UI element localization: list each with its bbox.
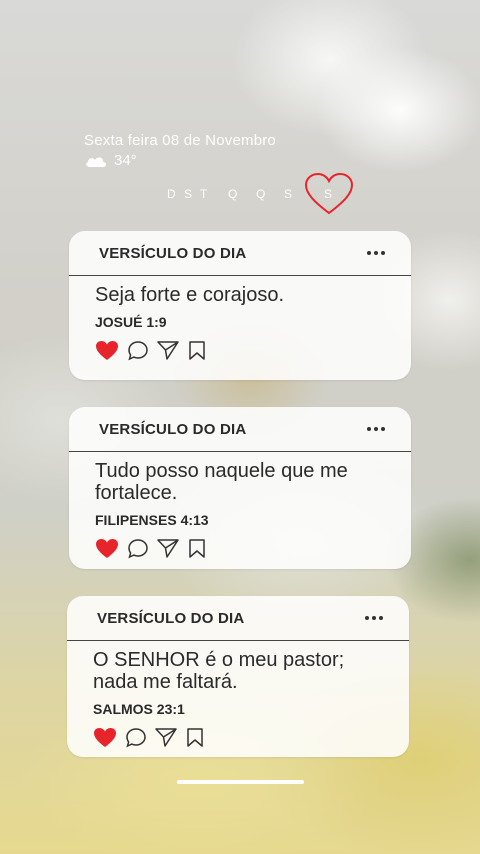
- day-wednesday[interactable]: Q: [228, 187, 238, 201]
- card-header: VERSÍCULO DO DIA: [69, 407, 411, 452]
- share-send-icon[interactable]: [155, 727, 178, 748]
- verse-reference: FILIPENSES 4:13: [95, 512, 209, 528]
- card-header: VERSÍCULO DO DIA: [67, 596, 409, 641]
- day-thursday[interactable]: Q: [256, 187, 266, 201]
- date-label: Sexta feira 08 de Novembro: [84, 132, 276, 149]
- card-header: VERSÍCULO DO DIA: [69, 231, 411, 276]
- day-friday[interactable]: S: [284, 187, 293, 201]
- card-title: VERSÍCULO DO DIA: [99, 420, 247, 438]
- verse-text: O SENHOR é o meu pastor; nada me faltará…: [93, 649, 345, 693]
- share-send-icon[interactable]: [157, 538, 180, 559]
- like-heart-icon[interactable]: [95, 340, 119, 361]
- bookmark-icon[interactable]: [188, 340, 206, 361]
- verse-card: VERSÍCULO DO DIA Tudo posso naquele que …: [69, 407, 411, 569]
- like-heart-icon[interactable]: [93, 727, 117, 748]
- comment-icon[interactable]: [127, 538, 149, 559]
- temperature-label: 34°: [114, 152, 137, 169]
- verse-reference: JOSUÉ 1:9: [95, 314, 167, 330]
- like-heart-icon[interactable]: [95, 538, 119, 559]
- verse-text: Seja forte e corajoso.: [95, 284, 284, 306]
- card-title: VERSÍCULO DO DIA: [99, 244, 247, 262]
- comment-icon[interactable]: [125, 727, 147, 748]
- home-indicator[interactable]: [177, 780, 304, 784]
- day-sunday[interactable]: D: [167, 187, 176, 201]
- bookmark-icon[interactable]: [188, 538, 206, 559]
- action-bar: [95, 340, 385, 375]
- header: Sexta feira 08 de Novembro 34°: [84, 132, 276, 169]
- verse-card: VERSÍCULO DO DIA Seja forte e corajoso. …: [69, 231, 411, 380]
- more-options-icon[interactable]: [367, 251, 385, 255]
- verse-text: Tudo posso naquele que me fortalece.: [95, 460, 348, 504]
- card-title: VERSÍCULO DO DIA: [97, 609, 245, 627]
- cloud-icon: [86, 157, 106, 167]
- action-bar: [93, 727, 383, 757]
- comment-icon[interactable]: [127, 340, 149, 361]
- verse-reference: SALMOS 23:1: [93, 701, 185, 717]
- more-options-icon[interactable]: [367, 427, 385, 431]
- verse-card: VERSÍCULO DO DIA O SENHOR é o meu pastor…: [67, 596, 409, 757]
- weekday-selector: D S T Q Q S S: [160, 172, 360, 215]
- share-send-icon[interactable]: [157, 340, 180, 361]
- action-bar: [95, 538, 385, 569]
- day-saturday[interactable]: S: [324, 187, 333, 201]
- bookmark-icon[interactable]: [186, 727, 204, 748]
- more-options-icon[interactable]: [365, 616, 383, 620]
- day-monday[interactable]: S: [184, 187, 193, 201]
- weather: 34°: [84, 152, 276, 169]
- day-tuesday[interactable]: T: [200, 187, 208, 201]
